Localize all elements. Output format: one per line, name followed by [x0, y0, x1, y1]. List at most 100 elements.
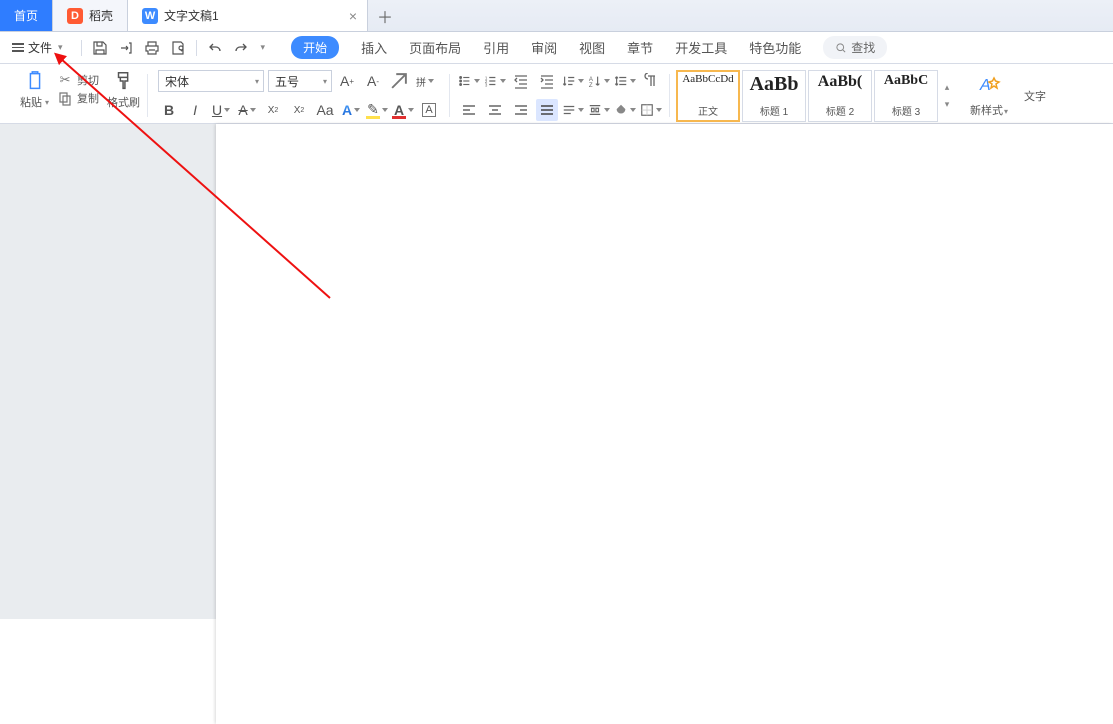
- style-preview: AaBb(: [818, 73, 862, 91]
- copy-label: 复制: [77, 90, 99, 106]
- ribbon-tab-view[interactable]: 视图: [579, 38, 605, 57]
- text-direction-button[interactable]: [562, 70, 584, 92]
- tab-home[interactable]: 首页: [0, 0, 53, 31]
- file-menu-label: 文件: [28, 39, 52, 56]
- bold-button[interactable]: B: [158, 99, 180, 121]
- line-spacing-button[interactable]: [614, 70, 636, 92]
- docer-icon: D: [67, 8, 83, 24]
- style-normal[interactable]: AaBbCcDd 正文: [676, 70, 740, 122]
- tab-docer-label: 稻壳: [89, 7, 113, 24]
- grow-font-button[interactable]: A+: [336, 70, 358, 92]
- char-border-button[interactable]: A: [418, 99, 440, 121]
- text-effects-button[interactable]: A: [340, 99, 362, 121]
- output-icon[interactable]: [118, 40, 134, 56]
- change-case-button[interactable]: Aa: [314, 99, 336, 121]
- font-size-value: 五号: [275, 73, 299, 90]
- chevron-down-icon: ▾: [58, 42, 63, 53]
- group-styles: AaBbCcDd正文 AaBb标题 1 AaBb(标题 2 AaBbC标题 3 …: [670, 68, 960, 123]
- font-name-value: 宋体: [165, 73, 189, 90]
- ribbon-tab-insert[interactable]: 插入: [361, 38, 387, 57]
- font-name-combo[interactable]: 宋体▾: [158, 70, 264, 92]
- style-gallery: AaBbCcDd 正文 AaBb标题 1 AaBb( 标题 2 AaBbC 标题 3: [676, 70, 938, 122]
- group-font: 宋体▾ 五号▾ A+ A- 拼 B I U A X2 X2 Aa A ✎ A A: [148, 68, 450, 123]
- style-label: 标题 3: [892, 103, 920, 118]
- shading-button[interactable]: [614, 99, 636, 121]
- new-style-button[interactable]: A 新样式▾: [960, 68, 1018, 123]
- shrink-font-button[interactable]: A-: [362, 70, 384, 92]
- save-icon[interactable]: [92, 40, 108, 56]
- redo-icon[interactable]: [233, 40, 249, 56]
- svg-text:3: 3: [485, 82, 488, 87]
- style-preview: AaBbCcDd: [682, 73, 733, 85]
- undo-icon[interactable]: [207, 40, 223, 56]
- tab-docer[interactable]: D 稻壳: [53, 0, 128, 31]
- align-center-button[interactable]: [484, 99, 506, 121]
- ribbon-tab-special[interactable]: 特色功能: [749, 38, 801, 57]
- format-painter-label: 格式刷: [107, 94, 140, 110]
- hamburger-icon: [12, 43, 24, 52]
- chevron-down-icon[interactable]: ▾: [261, 42, 266, 53]
- subscript-button[interactable]: X2: [288, 99, 310, 121]
- text-tool-label: 文字: [1024, 88, 1046, 104]
- ribbon-tab-sections[interactable]: 章节: [627, 38, 653, 57]
- style-heading3[interactable]: AaBbC 标题 3: [874, 70, 938, 122]
- paste-label: 粘贴: [20, 94, 42, 110]
- ribbon-tab-pagelayout[interactable]: 页面布局: [409, 38, 461, 57]
- search-label: 查找: [851, 39, 875, 56]
- style-label: 标题 1: [760, 103, 788, 118]
- font-size-combo[interactable]: 五号▾: [268, 70, 332, 92]
- print-preview-icon[interactable]: [170, 40, 186, 56]
- highlight-button[interactable]: ✎: [366, 99, 388, 121]
- new-style-icon: A: [977, 73, 1001, 100]
- clear-format-button[interactable]: [388, 70, 410, 92]
- copy-button[interactable]: 复制: [57, 90, 99, 106]
- sort-button[interactable]: AZ: [588, 70, 610, 92]
- format-painter-icon: [113, 70, 135, 92]
- font-color-button[interactable]: A: [392, 99, 414, 121]
- superscript-button[interactable]: X2: [262, 99, 284, 121]
- style-heading1[interactable]: AaBb标题 1: [742, 70, 806, 122]
- tab-settings-button[interactable]: [588, 99, 610, 121]
- style-gallery-more[interactable]: ▴▾: [940, 82, 954, 110]
- text-tool-button[interactable]: 文字: [1018, 68, 1052, 123]
- style-preview: AaBbC: [884, 73, 928, 89]
- numbering-button[interactable]: 123: [484, 70, 506, 92]
- increase-indent-button[interactable]: [536, 70, 558, 92]
- bullets-button[interactable]: [458, 70, 480, 92]
- ribbon-tab-devtools[interactable]: 开发工具: [675, 38, 727, 57]
- work-area: [0, 124, 1113, 619]
- style-label: 正文: [698, 103, 718, 118]
- phonetic-guide-button[interactable]: 拼: [414, 70, 436, 92]
- strikethrough-button[interactable]: A: [236, 99, 258, 121]
- align-justify-button[interactable]: [536, 99, 558, 121]
- show-marks-button[interactable]: [640, 70, 662, 92]
- decrease-indent-button[interactable]: [510, 70, 532, 92]
- tab-home-label: 首页: [14, 7, 38, 24]
- print-icon[interactable]: [144, 40, 160, 56]
- distribute-button[interactable]: [562, 99, 584, 121]
- cut-button[interactable]: ✂剪切: [57, 72, 99, 88]
- format-painter-button[interactable]: 格式刷: [107, 68, 140, 110]
- document-page[interactable]: [216, 124, 1113, 724]
- tab-document-label: 文字文稿1: [164, 7, 219, 24]
- close-icon[interactable]: ×: [349, 8, 357, 24]
- file-menu[interactable]: 文件 ▾: [6, 36, 69, 60]
- italic-button[interactable]: I: [184, 99, 206, 121]
- style-label: 标题 2: [826, 103, 854, 118]
- align-left-button[interactable]: [458, 99, 480, 121]
- new-style-label: 新样式: [970, 105, 1003, 117]
- search-box[interactable]: 查找: [823, 36, 887, 59]
- ribbon-tab-review[interactable]: 审阅: [531, 38, 557, 57]
- ribbon-tab-start[interactable]: 开始: [291, 36, 339, 59]
- quick-access-toolbar: ▾: [81, 40, 266, 56]
- underline-button[interactable]: U: [210, 99, 232, 121]
- app-tabstrip: 首页 D 稻壳 W 文字文稿1 × ＋: [0, 0, 1113, 32]
- ribbon: 粘贴▾ ✂剪切 复制 格式刷 宋体▾ 五号▾ A+ A- 拼 B I U A X…: [0, 64, 1113, 124]
- align-right-button[interactable]: [510, 99, 532, 121]
- tab-document[interactable]: W 文字文稿1 ×: [128, 0, 368, 31]
- style-heading2[interactable]: AaBb( 标题 2: [808, 70, 872, 122]
- borders-button[interactable]: [640, 99, 662, 121]
- new-tab-button[interactable]: ＋: [368, 0, 402, 31]
- paste-button[interactable]: 粘贴▾: [20, 68, 49, 110]
- ribbon-tab-references[interactable]: 引用: [483, 38, 509, 57]
